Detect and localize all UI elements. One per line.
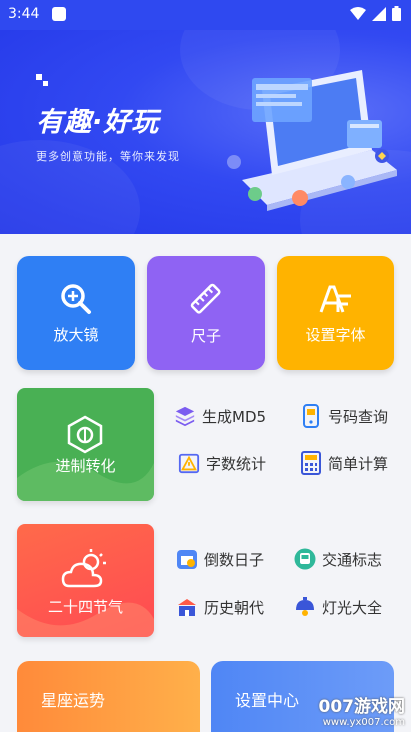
building-icon <box>178 599 196 616</box>
horoscope-card[interactable]: 星座运势 <box>17 661 200 732</box>
laptop-illustration-icon <box>227 70 397 211</box>
bus-icon <box>294 548 316 570</box>
magnifier-tile[interactable]: 放大镜 <box>17 256 135 370</box>
dynasty-label: 历史朝代 <box>204 598 265 617</box>
site-watermark: 007游戏网 www.yx007.com <box>319 692 406 728</box>
lights-label: 灯光大全 <box>322 598 383 617</box>
font-icon <box>319 285 351 313</box>
status-bar: 3:44 <box>0 0 411 30</box>
base-convert-card[interactable]: 进制转化 <box>17 388 154 501</box>
word-count-label: 字数统计 <box>206 454 267 473</box>
font-tile[interactable]: 设置字体 <box>277 256 394 370</box>
banner-title: 有趣·好玩 <box>36 107 160 138</box>
magnifier-label: 放大镜 <box>53 325 99 344</box>
calendar-icon <box>177 550 197 569</box>
weather-cloud-sun-icon <box>61 549 106 588</box>
warning-doc-icon <box>178 453 200 474</box>
watermark-url: www.yx007.com <box>322 717 405 728</box>
countdown-item[interactable]: 倒数日子 <box>176 548 264 570</box>
lights-item[interactable]: 灯光大全 <box>294 596 382 618</box>
base-convert-label: 进制转化 <box>55 457 116 475</box>
cube-icon <box>67 415 103 454</box>
traffic-sign-item[interactable]: 交通标志 <box>294 548 382 570</box>
phone-query-label: 号码查询 <box>328 407 389 426</box>
status-time: 3:44 <box>8 6 40 22</box>
solar-terms-label: 二十四节气 <box>47 598 123 616</box>
wifi-icon <box>350 6 366 20</box>
banner-subtitle: 更多创意功能，等你来发现 <box>36 150 180 163</box>
phone-icon <box>303 404 319 428</box>
countdown-label: 倒数日子 <box>204 550 265 569</box>
layers-icon <box>175 406 195 427</box>
calculator-icon <box>301 451 321 475</box>
magnifier-icon <box>61 283 91 314</box>
word-count-item[interactable]: 字数统计 <box>178 452 266 474</box>
calculator-item[interactable]: 简单计算 <box>300 451 389 475</box>
notification-icon <box>52 7 66 21</box>
ruler-label: 尺子 <box>190 326 221 345</box>
md5-label: 生成MD5 <box>202 407 267 426</box>
hero-banner[interactable]: 有趣·好玩 更多创意功能，等你来发现 <box>0 30 411 234</box>
settings-center-label: 设置中心 <box>235 691 300 710</box>
calculator-label: 简单计算 <box>328 454 389 473</box>
font-label: 设置字体 <box>305 325 366 344</box>
phone-query-item[interactable]: 号码查询 <box>300 404 389 428</box>
ruler-icon <box>190 283 221 314</box>
solar-terms-card[interactable]: 二十四节气 <box>17 524 154 637</box>
horoscope-label: 星座运势 <box>41 691 106 710</box>
ruler-tile[interactable]: 尺子 <box>147 256 265 370</box>
lamp-icon <box>296 597 314 616</box>
signal-icon <box>372 6 386 21</box>
md5-item[interactable]: 生成MD5 <box>174 405 266 427</box>
battery-icon <box>392 6 401 21</box>
traffic-sign-label: 交通标志 <box>322 550 383 569</box>
dynasty-item[interactable]: 历史朝代 <box>176 596 264 618</box>
watermark-name: 007游戏网 <box>318 697 406 717</box>
decor-squares-icon <box>36 74 48 86</box>
